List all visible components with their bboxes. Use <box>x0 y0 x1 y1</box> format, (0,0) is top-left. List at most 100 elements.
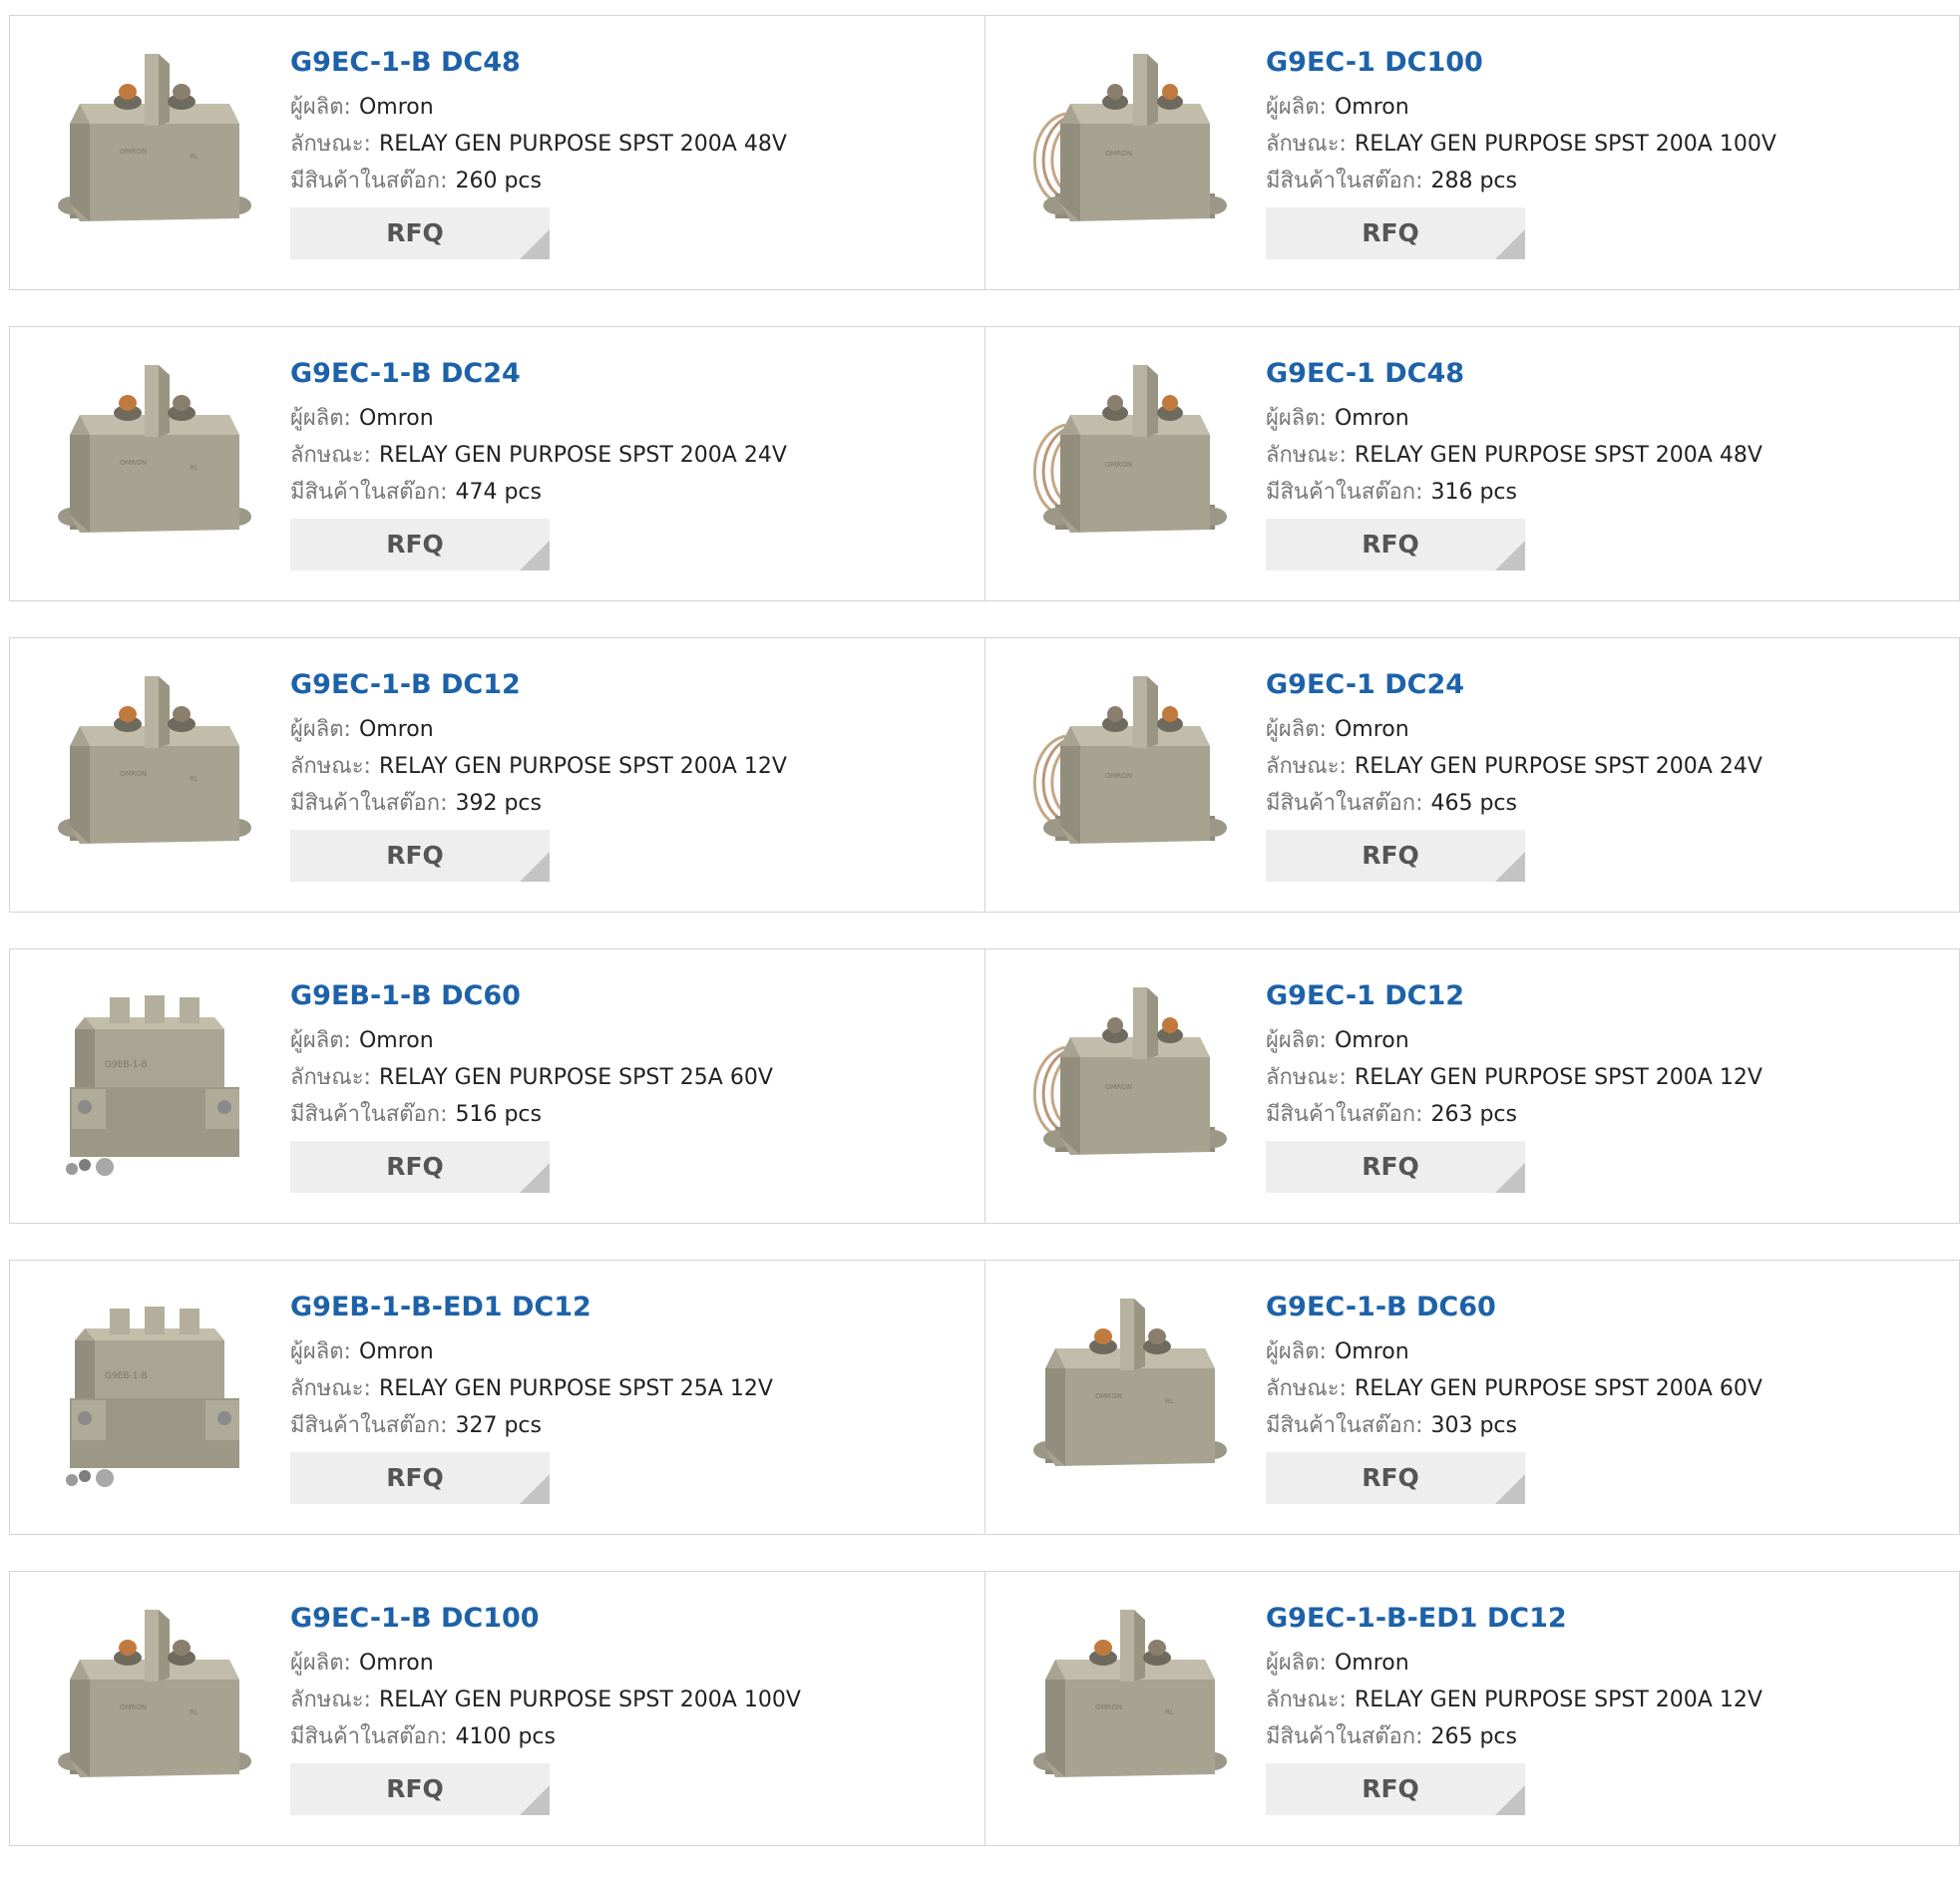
rfq-button[interactable]: RFQ <box>1266 1452 1525 1504</box>
stock-label: มีสินค้าในสต๊อก: <box>1266 1413 1423 1438</box>
product-image[interactable]: OMRON <box>1025 355 1235 565</box>
rfq-label: RFQ <box>386 1774 444 1803</box>
description-value: RELAY GEN PURPOSE SPST 25A 12V <box>378 1376 773 1401</box>
description-label: ลักษณะ: <box>1266 1065 1347 1090</box>
manufacturer-value: Omron <box>1334 1651 1409 1676</box>
product-image[interactable]: OMRON <box>1025 666 1235 876</box>
product-row: OMRON RL G9EC-1-B DC48 ผู้ผลิต: Omron ลัก… <box>9 15 1960 290</box>
rfq-button[interactable]: RFQ <box>290 1763 550 1815</box>
manufacturer-value: Omron <box>358 1651 434 1676</box>
product-title-link[interactable]: G9EC-1-B DC60 <box>1266 1291 1939 1324</box>
product-image[interactable]: G9EB-1-B <box>50 1289 259 1498</box>
svg-text:OMRON: OMRON <box>1105 1083 1132 1091</box>
manufacturer-value: Omron <box>358 717 434 742</box>
manufacturer-label: ผู้ผลิต: <box>290 1028 351 1053</box>
stock-value: 288 pcs <box>1430 169 1517 193</box>
product-image[interactable]: OMRON RL <box>50 355 259 565</box>
product-image[interactable]: OMRON RL <box>1025 1289 1235 1498</box>
description-value: RELAY GEN PURPOSE SPST 200A 12V <box>1354 1688 1763 1712</box>
product-title-link[interactable]: G9EC-1-B DC100 <box>290 1602 965 1636</box>
product-card: OMRON G9EC-1 DC48 ผู้ผลิต: Omron ลักษณะ: R… <box>984 327 1959 600</box>
product-title-link[interactable]: G9EC-1-B DC12 <box>290 668 965 702</box>
product-title-link[interactable]: G9EC-1-B DC48 <box>290 46 965 80</box>
rfq-corner-triangle <box>520 229 550 259</box>
svg-text:OMRON: OMRON <box>120 148 147 156</box>
svg-text:G9EB-1-B: G9EB-1-B <box>105 1060 148 1070</box>
rfq-label: RFQ <box>386 218 444 247</box>
description-value: RELAY GEN PURPOSE SPST 200A 12V <box>1354 1065 1763 1090</box>
manufacturer-value: Omron <box>1334 1028 1409 1053</box>
manufacturer-value: Omron <box>358 1339 434 1364</box>
stock-value: 303 pcs <box>1430 1413 1517 1438</box>
rfq-button[interactable]: RFQ <box>290 207 550 259</box>
rfq-label: RFQ <box>386 1463 444 1492</box>
rfq-button[interactable]: RFQ <box>290 519 550 570</box>
product-title-link[interactable]: G9EC-1-B DC24 <box>290 357 965 391</box>
product-title-link[interactable]: G9EC-1 DC100 <box>1266 46 1939 80</box>
manufacturer-label: ผู้ผลิต: <box>290 95 351 120</box>
rfq-label: RFQ <box>1362 218 1419 247</box>
rfq-corner-triangle <box>520 541 550 570</box>
product-card: OMRON RL G9EC-1-B DC48 ผู้ผลิต: Omron ลัก… <box>10 16 984 289</box>
product-card: OMRON RL G9EC-1-B DC12 ผู้ผลิต: Omron ลัก… <box>10 638 984 912</box>
product-row: G9EB-1-B G9EB-1-B DC60 ผู้ผลิต: Omron ลัก… <box>9 948 1960 1224</box>
product-card: G9EB-1-B G9EB-1-B DC60 ผู้ผลิต: Omron ลัก… <box>10 949 984 1223</box>
product-image[interactable]: OMRON <box>1025 977 1235 1187</box>
product-title-link[interactable]: G9EB-1-B DC60 <box>290 979 965 1013</box>
description-label: ลักษณะ: <box>290 132 371 157</box>
rfq-label: RFQ <box>386 1152 444 1181</box>
product-row: G9EB-1-B G9EB-1-B-ED1 DC12 ผู้ผลิต: Omron… <box>9 1260 1960 1535</box>
product-image[interactable]: OMRON RL <box>50 666 259 876</box>
rfq-corner-triangle <box>1495 1163 1525 1193</box>
product-title-link[interactable]: G9EC-1 DC48 <box>1266 357 1939 391</box>
rfq-corner-triangle <box>1495 1785 1525 1815</box>
rfq-button[interactable]: RFQ <box>1266 830 1525 882</box>
product-card: OMRON RL G9EC-1-B-ED1 DC12 ผู้ผลิต: Omron… <box>984 1572 1959 1845</box>
manufacturer-value: Omron <box>358 1028 434 1053</box>
product-image[interactable]: OMRON RL <box>50 1600 259 1809</box>
manufacturer-value: Omron <box>358 406 434 431</box>
svg-text:OMRON: OMRON <box>120 459 147 467</box>
product-title-link[interactable]: G9EC-1 DC24 <box>1266 668 1939 702</box>
description-label: ลักษณะ: <box>290 1688 371 1712</box>
product-title-link[interactable]: G9EB-1-B-ED1 DC12 <box>290 1291 965 1324</box>
description-label: ลักษณะ: <box>290 754 371 779</box>
stock-label: มีสินค้าในสต๊อก: <box>290 480 448 505</box>
product-image[interactable]: OMRON RL <box>1025 1600 1235 1809</box>
svg-text:OMRON: OMRON <box>1105 772 1132 780</box>
rfq-button[interactable]: RFQ <box>290 1452 550 1504</box>
manufacturer-label: ผู้ผลิต: <box>290 717 351 742</box>
description-label: ลักษณะ: <box>290 443 371 468</box>
stock-label: มีสินค้าในสต๊อก: <box>290 169 448 193</box>
svg-text:RL: RL <box>190 153 198 161</box>
description-value: RELAY GEN PURPOSE SPST 200A 48V <box>1354 443 1763 468</box>
rfq-button[interactable]: RFQ <box>1266 1763 1525 1815</box>
product-title-link[interactable]: G9EC-1-B-ED1 DC12 <box>1266 1602 1939 1636</box>
manufacturer-value: Omron <box>1334 717 1409 742</box>
manufacturer-label: ผู้ผลิต: <box>1266 406 1327 431</box>
rfq-button[interactable]: RFQ <box>290 830 550 882</box>
stock-label: มีสินค้าในสต๊อก: <box>1266 169 1423 193</box>
stock-label: มีสินค้าในสต๊อก: <box>1266 1102 1423 1127</box>
description-label: ลักษณะ: <box>1266 132 1347 157</box>
rfq-button[interactable]: RFQ <box>1266 519 1525 570</box>
rfq-button[interactable]: RFQ <box>1266 1141 1525 1193</box>
product-title-link[interactable]: G9EC-1 DC12 <box>1266 979 1939 1013</box>
rfq-button[interactable]: RFQ <box>290 1141 550 1193</box>
stock-value: 327 pcs <box>455 1413 542 1438</box>
product-card: OMRON G9EC-1 DC24 ผู้ผลิต: Omron ลักษณะ: R… <box>984 638 1959 912</box>
rfq-corner-triangle <box>1495 1474 1525 1504</box>
svg-text:OMRON: OMRON <box>1105 461 1132 469</box>
svg-text:OMRON: OMRON <box>1095 1703 1122 1711</box>
product-image[interactable]: OMRON <box>1025 44 1235 253</box>
description-value: RELAY GEN PURPOSE SPST 200A 48V <box>378 132 787 157</box>
rfq-corner-triangle <box>520 1785 550 1815</box>
product-image[interactable]: OMRON RL <box>50 44 259 253</box>
product-card: OMRON G9EC-1 DC12 ผู้ผลิต: Omron ลักษณะ: R… <box>984 949 1959 1223</box>
stock-label: มีสินค้าในสต๊อก: <box>290 791 448 816</box>
product-image[interactable]: G9EB-1-B <box>50 977 259 1187</box>
svg-text:RL: RL <box>190 1708 198 1716</box>
rfq-label: RFQ <box>1362 1774 1419 1803</box>
rfq-button[interactable]: RFQ <box>1266 207 1525 259</box>
product-card: OMRON RL G9EC-1-B DC24 ผู้ผลิต: Omron ลัก… <box>10 327 984 600</box>
